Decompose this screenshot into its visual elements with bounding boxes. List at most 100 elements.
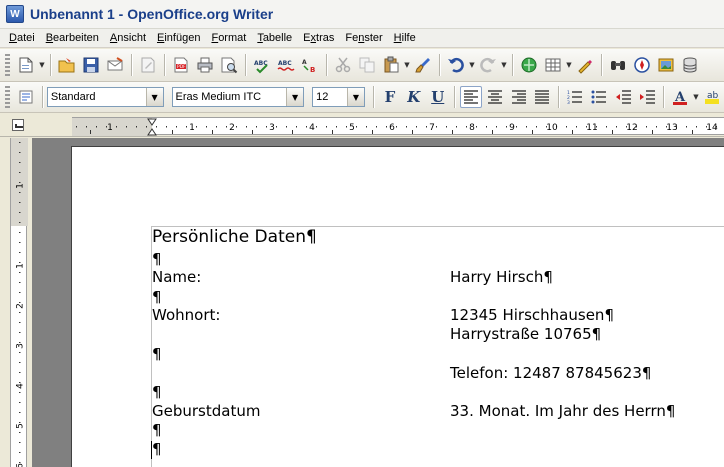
email-icon[interactable] (104, 54, 126, 76)
find-replace-icon[interactable] (607, 54, 629, 76)
undo-icon[interactable] (445, 54, 467, 76)
table-icon[interactable] (542, 54, 564, 76)
open-folder-icon[interactable] (56, 54, 78, 76)
ruler-tick (96, 126, 97, 128)
paragraph-mark[interactable]: ¶ (152, 288, 162, 307)
align-right-icon[interactable] (508, 86, 530, 108)
redo-icon[interactable] (477, 54, 499, 76)
export-pdf-icon[interactable]: PDF (170, 54, 192, 76)
align-left-icon[interactable] (459, 86, 482, 108)
new-dropdown-icon[interactable]: ▼ (38, 54, 46, 76)
ruler-tick (346, 126, 347, 128)
chevron-down-icon[interactable]: ▼ (286, 88, 304, 106)
redo-dropdown-icon[interactable]: ▼ (500, 54, 508, 76)
data-sources-icon[interactable] (679, 54, 701, 76)
align-center-icon[interactable] (484, 86, 506, 108)
svg-text:B: B (310, 66, 315, 74)
ruler-tick (532, 130, 533, 134)
name-value[interactable]: Harry Hirsch¶ (450, 268, 553, 287)
ruler-tick (19, 152, 21, 153)
document-heading[interactable]: Persönliche Daten¶ (152, 228, 317, 247)
save-icon[interactable] (80, 54, 102, 76)
bold-button[interactable]: F (379, 86, 401, 108)
justify-icon[interactable] (531, 86, 553, 108)
new-document-icon[interactable] (15, 54, 37, 76)
page-preview-icon[interactable] (218, 54, 240, 76)
ruler-number: 12 (626, 123, 637, 133)
ruler-number: 5 (349, 123, 355, 133)
paragraph-mark[interactable]: ¶ (152, 250, 162, 269)
paragraph-mark[interactable]: ¶ (152, 421, 162, 440)
geburtsdatum-value[interactable]: 33. Monat. Im Jahr des Herrn¶ (450, 402, 675, 421)
vertical-ruler[interactable]: 1 1 2 3 4 5 6 (10, 138, 28, 467)
ruler-tick (292, 130, 293, 134)
increase-indent-icon[interactable] (636, 86, 658, 108)
menu-hilfe[interactable]: Hilfe (388, 32, 421, 44)
ruler-tick (656, 126, 657, 128)
highlighting-icon[interactable]: ab (701, 86, 723, 108)
menu-tabelle[interactable]: Tabelle (251, 32, 297, 44)
toolbar-grip[interactable] (5, 86, 10, 108)
cut-icon[interactable] (332, 54, 354, 76)
vertical-ruler-scale: 1 1 2 3 4 5 6 (11, 138, 28, 467)
paragraph-mark[interactable]: ¶ (152, 383, 162, 402)
ruler-tick (476, 126, 477, 128)
edit-file-icon[interactable] (137, 54, 159, 76)
ruler-number: 6 (16, 463, 26, 467)
menu-fenster[interactable]: Fenster (339, 32, 387, 44)
font-color-dropdown-icon[interactable]: ▼ (692, 86, 700, 108)
ruler-number: 8 (469, 123, 475, 133)
telefon-value[interactable]: Telefon: 12487 87845623¶ (450, 364, 651, 383)
print-icon[interactable] (194, 54, 216, 76)
chevron-down-icon[interactable]: ▼ (145, 88, 163, 106)
italic-button[interactable]: K (403, 86, 425, 108)
ruler-tick (412, 130, 413, 134)
draw-functions-icon[interactable] (574, 54, 596, 76)
street-value[interactable]: Harrystraße 10765¶ (450, 325, 601, 344)
paragraph-mark[interactable]: ¶ (152, 345, 162, 364)
navigator-icon[interactable] (631, 54, 653, 76)
undo-dropdown-icon[interactable]: ▼ (468, 54, 476, 76)
name-label[interactable]: Name: (152, 268, 201, 287)
toolbar-grip[interactable] (5, 54, 10, 76)
paste-dropdown-icon[interactable]: ▼ (403, 54, 411, 76)
numbering-icon[interactable]: 123 (564, 86, 586, 108)
bullets-icon[interactable] (588, 86, 610, 108)
menu-ansicht[interactable]: Ansicht (104, 32, 151, 44)
ruler-tick (19, 442, 21, 443)
chevron-down-icon[interactable]: ▼ (346, 88, 364, 106)
autocorrect-icon[interactable]: AB (299, 54, 321, 76)
ruler-number: 14 (706, 123, 718, 133)
menu-datei[interactable]: Datei (0, 32, 40, 44)
styles-formatting-icon[interactable] (15, 86, 37, 108)
table-dropdown-icon[interactable]: ▼ (565, 54, 573, 76)
menu-format[interactable]: Format (205, 32, 251, 44)
paste-icon[interactable] (380, 54, 402, 76)
paragraph-style-select[interactable]: Standard ▼ (46, 87, 164, 107)
menu-extras[interactable]: Extras (297, 32, 339, 44)
autospellcheck-icon[interactable]: ABC (275, 54, 297, 76)
tab-stop-selector-icon[interactable] (12, 119, 24, 131)
spellcheck-icon[interactable]: ABC (251, 54, 273, 76)
gallery-icon[interactable] (655, 54, 677, 76)
ruler-tick (332, 130, 333, 134)
menu-bearbeiten[interactable]: Bearbeiten (40, 32, 104, 44)
font-color-icon[interactable]: A (669, 86, 691, 108)
font-size-select[interactable]: 12 ▼ (312, 87, 365, 107)
menu-einfügen[interactable]: Einfügen (151, 32, 205, 44)
underline-button[interactable]: U (427, 86, 449, 108)
format-paintbrush-icon[interactable] (412, 54, 434, 76)
wohnort-label[interactable]: Wohnort: (152, 306, 220, 325)
font-name-select[interactable]: Eras Medium ITC ▼ (171, 87, 305, 107)
decrease-indent-icon[interactable] (612, 86, 634, 108)
wohnort-value[interactable]: 12345 Hirschhausen¶ (450, 306, 614, 325)
geburtsdatum-label[interactable]: Geburstdatum (152, 402, 260, 421)
ruler-tick (19, 242, 21, 243)
hyperlink-icon[interactable] (518, 54, 540, 76)
horizontal-ruler[interactable]: 1 1 2 3 4 5 6 7 8 9 10 11 12 13 14 (72, 117, 724, 136)
copy-icon[interactable] (356, 54, 378, 76)
toolbar-separator (50, 54, 51, 76)
ruler-tick (436, 126, 437, 128)
paragraph-mark[interactable]: ¶ (152, 440, 162, 459)
ruler-tick (19, 222, 21, 223)
